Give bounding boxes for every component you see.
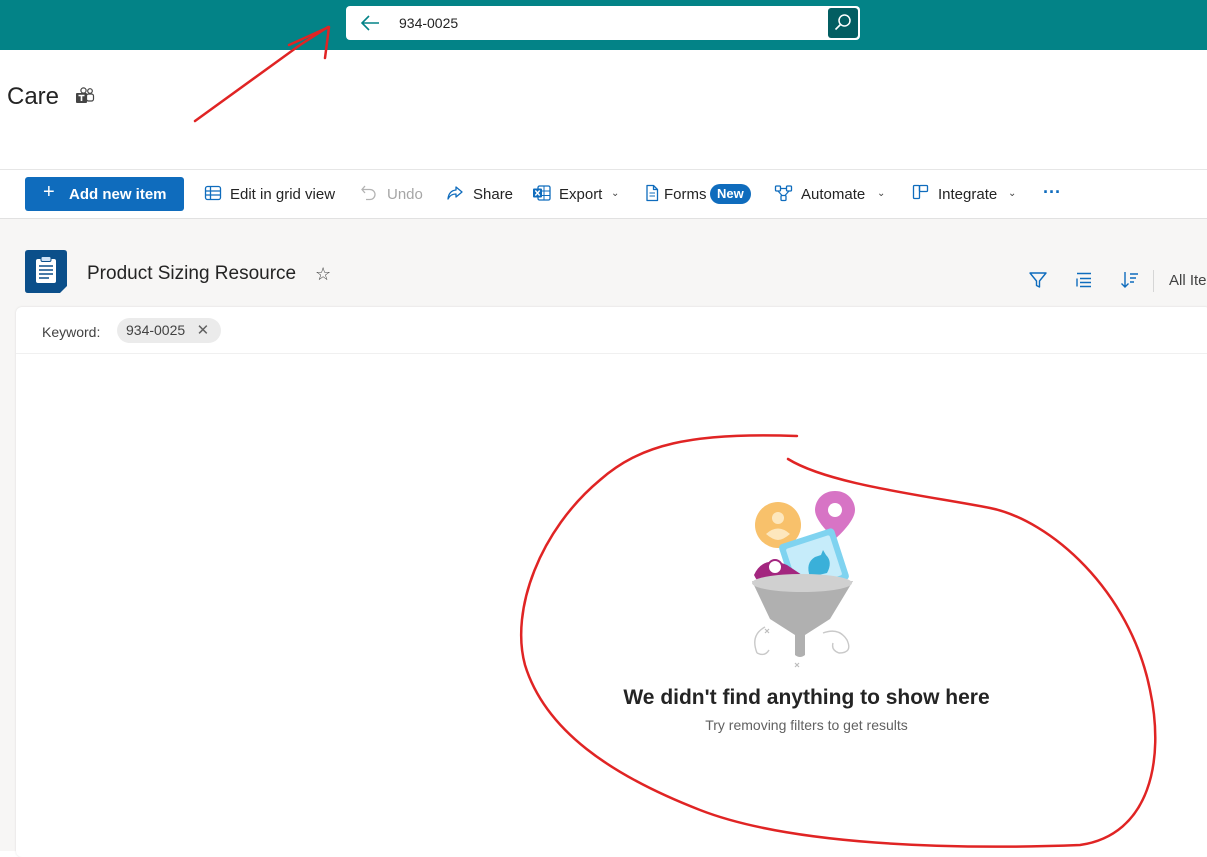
- more-options-button[interactable]: ···: [1043, 170, 1065, 218]
- empty-state-title: We didn't find anything to show here: [623, 686, 990, 709]
- new-badge: New: [710, 184, 751, 204]
- chevron-down-icon: ⌄: [1008, 188, 1017, 199]
- more-icon: ···: [1043, 182, 1061, 202]
- integrate-label: Integrate: [938, 186, 998, 203]
- clipboard-list-icon: [25, 250, 67, 293]
- keyword-value: 934-0025: [126, 322, 186, 338]
- share-button[interactable]: Share: [446, 170, 516, 218]
- remove-filter-icon[interactable]: ✕: [197, 318, 210, 343]
- search-box[interactable]: 934-0025: [346, 6, 860, 40]
- view-separator: [1153, 270, 1154, 292]
- view-selector[interactable]: All Ite: [1169, 272, 1207, 289]
- chevron-down-icon: ⌄: [877, 188, 886, 199]
- forms-label: Forms: [664, 186, 707, 203]
- chevron-down-icon: ⌄: [611, 188, 620, 199]
- list-panel: Keyword: 934-0025 ✕: [16, 307, 1207, 857]
- excel-icon: [533, 185, 551, 201]
- add-new-item-label: Add new item: [69, 186, 167, 203]
- integrate-icon: [912, 184, 929, 200]
- search-input[interactable]: 934-0025: [399, 15, 458, 31]
- plus-icon: +: [43, 181, 55, 203]
- teams-icon[interactable]: [75, 87, 95, 105]
- command-bar: + Add new item Edit in grid view Undo Sh…: [0, 170, 1207, 218]
- suite-header: 934-0025: [0, 0, 1207, 50]
- grid-icon: [204, 185, 222, 201]
- export-label: Export: [559, 186, 603, 203]
- sort-icon[interactable]: [1120, 270, 1140, 290]
- back-arrow-icon[interactable]: [360, 14, 380, 32]
- forms-button[interactable]: Forms New: [644, 170, 759, 218]
- document-icon: [646, 184, 659, 202]
- favorite-star-icon[interactable]: ☆: [315, 264, 331, 285]
- empty-state-subtitle: Try removing filters to get results: [705, 717, 908, 733]
- export-button[interactable]: Export ⌄: [532, 170, 624, 218]
- site-title[interactable]: Care: [7, 83, 59, 111]
- integrate-button[interactable]: Integrate ⌄: [912, 170, 1022, 218]
- list-title: Product Sizing Resource: [87, 263, 297, 284]
- share-icon: [447, 186, 463, 200]
- flow-icon: [774, 185, 793, 202]
- filter-icon[interactable]: [1028, 270, 1048, 290]
- filter-row: Keyword: 934-0025 ✕: [16, 307, 1207, 354]
- undo-icon: [361, 185, 376, 201]
- undo-label: Undo: [387, 186, 423, 203]
- search-submit-button[interactable]: [828, 8, 858, 38]
- search-icon: [834, 14, 851, 31]
- empty-state-illustration: [752, 491, 855, 668]
- share-label: Share: [473, 186, 514, 203]
- automate-button[interactable]: Automate ⌄: [774, 170, 890, 218]
- keyword-label: Keyword:: [42, 324, 101, 340]
- undo-button[interactable]: Undo: [360, 170, 430, 218]
- group-by-icon[interactable]: [1074, 270, 1094, 290]
- automate-label: Automate: [801, 186, 866, 203]
- add-new-item-button[interactable]: + Add new item: [25, 177, 184, 211]
- keyword-filter-chip[interactable]: 934-0025 ✕: [117, 318, 222, 343]
- edit-grid-view-label: Edit in grid view: [230, 186, 336, 203]
- edit-grid-view-button[interactable]: Edit in grid view: [204, 170, 344, 218]
